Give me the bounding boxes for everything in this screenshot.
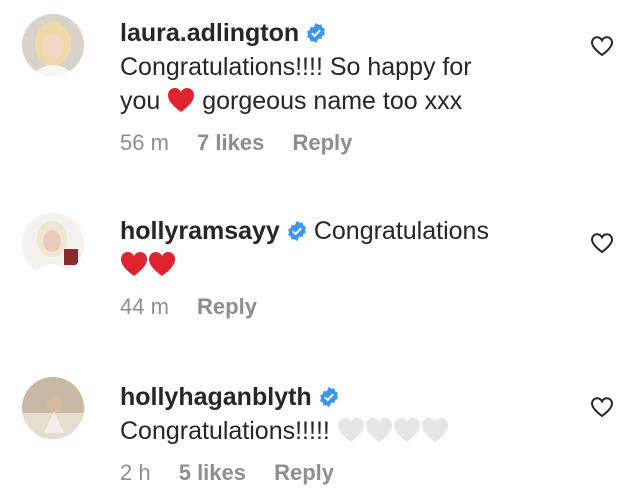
white-heart-icon — [421, 417, 449, 443]
likes-count[interactable]: 7 likes — [197, 130, 264, 155]
timestamp: 44 m — [120, 294, 169, 319]
comment-text: laura.adlington Congratulations!!!! So h… — [120, 16, 564, 118]
comment-body-text: Congratulations — [313, 217, 489, 245]
reply-button[interactable]: Reply — [197, 294, 257, 319]
comment-body-line: Congratulations!!!! So happy for — [120, 53, 472, 81]
like-heart-icon[interactable] — [590, 232, 614, 254]
username[interactable]: hollyramsayy — [120, 217, 280, 245]
red-heart-icon — [167, 87, 195, 113]
comment-body-text: gorgeous name too xxx — [202, 87, 463, 115]
timestamp: 56 m — [120, 130, 169, 155]
username[interactable]: hollyhaganblyth — [120, 383, 312, 411]
reply-button[interactable]: Reply — [274, 460, 334, 485]
white-heart-icon — [365, 417, 393, 443]
red-heart-icon — [148, 251, 176, 277]
verified-badge-icon — [286, 220, 308, 242]
comment-text: hollyramsayy Congratulations — [120, 214, 564, 282]
white-heart-icon — [393, 417, 421, 443]
comment-body-text: Congratulations!!!!! — [120, 417, 330, 445]
verified-badge-icon — [305, 22, 327, 44]
avatar[interactable] — [22, 377, 84, 439]
reply-button[interactable]: Reply — [292, 130, 352, 155]
comment-meta: 44 m Reply — [120, 294, 564, 320]
avatar[interactable] — [22, 14, 84, 76]
likes-count[interactable]: 5 likes — [179, 460, 246, 485]
comment-meta: 2 h 5 likes Reply — [120, 460, 564, 486]
like-heart-icon[interactable] — [590, 35, 614, 57]
timestamp: 2 h — [120, 460, 151, 485]
comment-meta: 56 m 7 likes Reply — [120, 130, 564, 156]
verified-badge-icon — [318, 386, 340, 408]
red-heart-icon — [120, 251, 148, 277]
comment-text: hollyhaganblyth Congratulations!!!!! — [120, 380, 564, 448]
avatar[interactable] — [22, 213, 84, 275]
like-heart-icon[interactable] — [590, 396, 614, 418]
comment-body-text: you — [120, 87, 161, 115]
white-heart-icon — [337, 417, 365, 443]
username[interactable]: laura.adlington — [120, 19, 299, 47]
